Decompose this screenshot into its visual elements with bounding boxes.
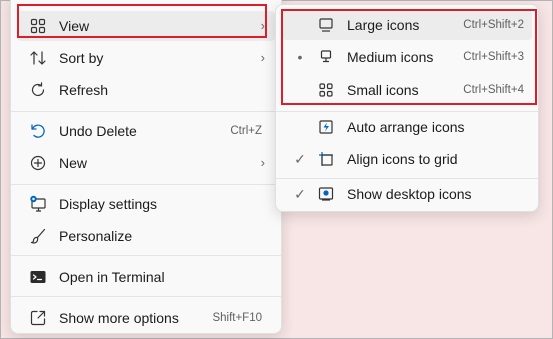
submenu-item-label: Show desktop icons xyxy=(347,186,472,202)
checkmark-icon: ✓ xyxy=(294,151,306,167)
chevron-right-icon: › xyxy=(260,50,265,65)
menu-separator xyxy=(11,296,281,297)
menu-item-open-in-terminal[interactable]: Open in Terminal xyxy=(17,262,275,292)
checkmark-icon: ✓ xyxy=(294,186,306,202)
menu-item-undo-delete[interactable]: Undo Delete Ctrl+Z xyxy=(17,116,275,146)
personalize-brush-icon xyxy=(28,226,48,246)
menu-separator xyxy=(11,255,281,256)
display-settings-icon xyxy=(28,194,48,214)
submenu-item-label: Auto arrange icons xyxy=(347,119,465,135)
menu-item-display-settings[interactable]: Display settings xyxy=(17,189,275,219)
auto-arrange-icon xyxy=(316,117,336,137)
menu-item-personalize[interactable]: Personalize xyxy=(17,221,275,251)
show-more-options-icon xyxy=(28,308,48,328)
menu-item-new[interactable]: New › xyxy=(17,148,275,178)
undo-icon xyxy=(28,121,48,141)
menu-item-label: Display settings xyxy=(59,196,158,212)
menu-item-label: Sort by xyxy=(59,50,104,66)
chevron-right-icon: › xyxy=(260,155,265,170)
submenu-item-label: Align icons to grid xyxy=(347,151,458,167)
align-grid-icon xyxy=(316,149,336,169)
menu-separator xyxy=(11,111,281,112)
submenu-item-auto-arrange-icons[interactable]: Auto arrange icons xyxy=(282,112,532,142)
menu-item-label: Personalize xyxy=(59,228,133,244)
submenu-item-align-icons-to-grid[interactable]: ✓ Align icons to grid xyxy=(282,144,532,174)
shortcut-text: Shift+F10 xyxy=(212,312,262,324)
menu-item-label: Show more options xyxy=(59,310,179,326)
menu-separator xyxy=(11,184,281,185)
menu-item-sort-by[interactable]: Sort by › xyxy=(17,43,275,73)
new-plus-icon xyxy=(28,153,48,173)
submenu-item-show-desktop-icons[interactable]: ✓ Show desktop icons xyxy=(282,179,532,209)
highlight-box-icon-sizes xyxy=(281,9,537,105)
menu-item-label: New xyxy=(59,155,88,171)
menu-item-show-more-options[interactable]: Show more options Shift+F10 xyxy=(17,303,275,333)
desktop-context-menu: View › Sort by › Refresh Undo Delete Ctr… xyxy=(10,0,282,334)
sort-icon xyxy=(28,48,48,68)
terminal-icon xyxy=(28,267,48,287)
highlight-box-view xyxy=(17,4,267,38)
menu-item-label: Refresh xyxy=(59,82,109,98)
menu-item-refresh[interactable]: Refresh xyxy=(17,75,275,105)
show-desktop-icon xyxy=(316,184,336,204)
refresh-icon xyxy=(28,80,48,100)
menu-item-label: Undo Delete xyxy=(59,123,137,139)
menu-item-label: Open in Terminal xyxy=(59,269,165,285)
shortcut-text: Ctrl+Z xyxy=(230,125,262,137)
